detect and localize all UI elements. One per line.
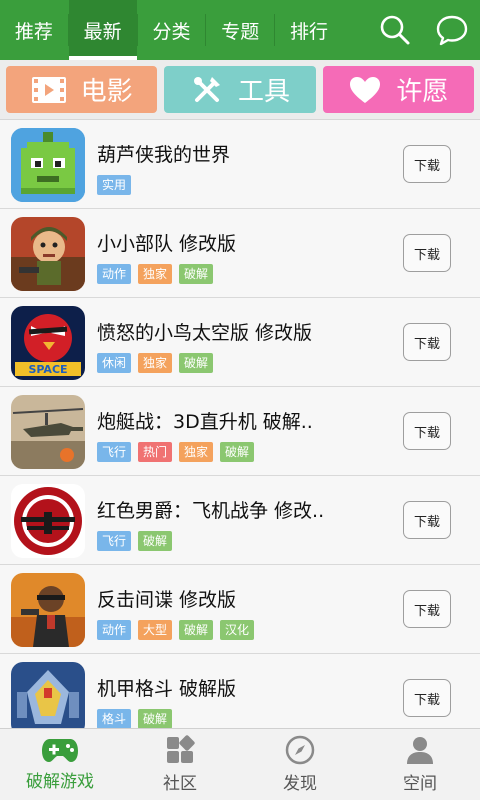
app-title[interactable]: 愤怒的小鸟太空版 修改版 <box>97 318 312 345</box>
angry-bird-space-icon: SPACE <box>11 306 85 380</box>
app-title[interactable]: 反击间谍 修改版 <box>97 585 236 612</box>
gamepad-icon <box>42 739 78 762</box>
person-icon <box>407 737 433 764</box>
list-item[interactable]: 小小部队 修改版 动作 独家 破解 下载 <box>0 209 480 298</box>
app-title[interactable]: 炮艇战：3D直升机 破解.. <box>97 407 313 434</box>
svg-text:SPACE: SPACE <box>28 363 67 376</box>
pixel-creature-icon <box>11 128 85 202</box>
download-button[interactable]: 下载 <box>403 590 451 628</box>
chat-bubble-icon <box>436 15 467 46</box>
tab-topic[interactable]: 专题 <box>206 0 274 60</box>
grid-icon <box>167 735 195 763</box>
tab-label: 专题 <box>221 20 260 43</box>
bottom-tab-community[interactable]: 社区 <box>120 729 240 800</box>
app-tag: 独家 <box>138 353 173 373</box>
app-tag: 飞行 <box>97 442 132 462</box>
app-tag: 格斗 <box>97 709 132 728</box>
app-tag: 破解 <box>138 531 173 551</box>
list-item[interactable]: 葫芦侠我的世界 实用 下载 <box>0 120 480 209</box>
list-item[interactable]: SPACE 愤怒的小鸟太空版 修改版 休闲 独家 破解 下载 <box>0 298 480 387</box>
helicopter-icon <box>11 395 85 469</box>
app-screen: 推荐 最新 分类 专题 排行 电影 工具 许愿 葫芦侠我的世界 实用 下载 小小… <box>0 0 480 800</box>
app-tag: 破解 <box>179 264 214 284</box>
bottom-tab-space[interactable]: 空间 <box>360 729 480 800</box>
category-bar: 电影 工具 许愿 <box>0 60 480 120</box>
tag-list: 格斗 破解 <box>97 709 173 728</box>
app-tag: 独家 <box>138 264 173 284</box>
category-label: 电影 <box>80 77 133 107</box>
tab-label: 排行 <box>289 20 328 43</box>
wish-category-button[interactable]: 许愿 <box>322 66 474 113</box>
app-tag: 汉化 <box>220 620 255 640</box>
top-nav-bar: 推荐 最新 分类 专题 排行 <box>0 0 480 60</box>
app-tag: 破解 <box>138 709 173 728</box>
tab-ranking[interactable]: 排行 <box>275 0 343 60</box>
app-tag: 休闲 <box>97 353 132 373</box>
tab-label: 发现 <box>283 774 317 794</box>
app-tag: 大型 <box>138 620 173 640</box>
tag-list: 动作 大型 破解 汉化 <box>97 620 255 640</box>
tools-icon <box>190 73 224 107</box>
tab-label: 推荐 <box>14 20 53 43</box>
mech-icon <box>11 662 85 728</box>
app-list[interactable]: 葫芦侠我的世界 实用 下载 小小部队 修改版 动作 独家 破解 下载 SPACE… <box>0 120 480 728</box>
download-button[interactable]: 下载 <box>403 323 451 361</box>
search-icon <box>380 15 410 45</box>
tag-list: 休闲 独家 破解 <box>97 353 214 373</box>
app-title[interactable]: 葫芦侠我的世界 <box>97 140 230 167</box>
tab-label: 分类 <box>152 20 191 43</box>
download-button[interactable]: 下载 <box>403 679 451 717</box>
tag-list: 飞行 破解 <box>97 531 173 551</box>
list-item[interactable]: 炮艇战：3D直升机 破解.. 飞行 热门 独家 破解 下载 <box>0 387 480 476</box>
search-button[interactable] <box>367 0 424 60</box>
tag-list: 飞行 热门 独家 破解 <box>97 442 255 462</box>
film-icon <box>31 75 67 105</box>
soldier-icon <box>11 217 85 291</box>
tag-list: 实用 <box>97 175 132 195</box>
movie-category-button[interactable]: 电影 <box>6 66 158 113</box>
category-label: 许愿 <box>396 77 449 107</box>
list-item[interactable]: 红色男爵：飞机战争 修改.. 飞行 破解 下载 <box>0 476 480 565</box>
red-baron-icon <box>11 484 85 558</box>
download-button[interactable]: 下载 <box>403 501 451 539</box>
app-title[interactable]: 小小部队 修改版 <box>97 229 236 256</box>
list-item[interactable]: 机甲格斗 破解版 格斗 破解 下载 <box>0 654 480 728</box>
tab-label: 空间 <box>403 774 437 794</box>
app-tag: 动作 <box>97 264 132 284</box>
list-item[interactable]: 反击间谍 修改版 动作 大型 破解 汉化 下载 <box>0 565 480 654</box>
tab-latest[interactable]: 最新 <box>68 0 137 60</box>
app-tag: 飞行 <box>97 531 132 551</box>
app-title[interactable]: 机甲格斗 破解版 <box>97 674 236 701</box>
tools-category-button[interactable]: 工具 <box>164 66 316 113</box>
tab-recommend[interactable]: 推荐 <box>0 0 68 60</box>
app-tag: 破解 <box>179 620 214 640</box>
app-tag: 破解 <box>179 353 214 373</box>
bottom-tab-cracked-games[interactable]: 破解游戏 <box>0 729 120 800</box>
bottom-tab-bar: 破解游戏 社区 发现 空间 <box>0 728 480 800</box>
download-button[interactable]: 下载 <box>403 145 451 183</box>
tab-label: 破解游戏 <box>26 772 94 792</box>
app-tag: 实用 <box>97 175 132 195</box>
tab-label: 最新 <box>83 20 122 43</box>
bottom-tab-discover[interactable]: 发现 <box>240 729 360 800</box>
tab-label: 社区 <box>163 774 197 794</box>
category-label: 工具 <box>237 77 290 107</box>
tab-category[interactable]: 分类 <box>138 0 206 60</box>
download-button[interactable]: 下载 <box>403 234 451 272</box>
app-tag: 独家 <box>179 442 214 462</box>
app-tag: 破解 <box>220 442 255 462</box>
compass-icon <box>285 735 315 765</box>
spy-icon <box>11 573 85 647</box>
app-tag: 动作 <box>97 620 132 640</box>
tag-list: 动作 独家 破解 <box>97 264 214 284</box>
heart-icon <box>348 75 382 105</box>
message-button[interactable] <box>423 0 480 60</box>
app-tag: 热门 <box>138 442 173 462</box>
download-button[interactable]: 下载 <box>403 412 451 450</box>
app-title[interactable]: 红色男爵：飞机战争 修改.. <box>97 496 324 523</box>
